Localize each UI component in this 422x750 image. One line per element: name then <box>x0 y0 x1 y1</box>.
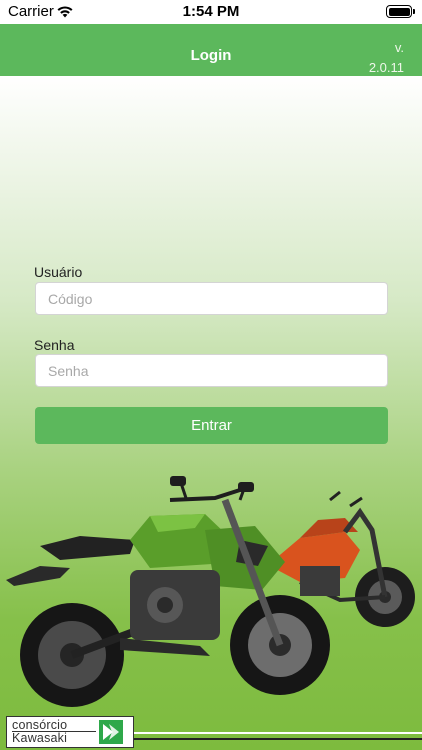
password-label: Senha <box>34 337 75 353</box>
username-input[interactable] <box>35 282 388 315</box>
logo-line-2: Kawasaki <box>12 731 68 745</box>
app-version: v. 2.0.11 <box>344 38 404 78</box>
logo-line-1: consórcio <box>12 718 68 732</box>
consorcio-kawasaki-logo: consórcio Kawasaki <box>6 716 134 748</box>
version-prefix: v. <box>394 40 404 55</box>
clock-time: 1:54 PM <box>182 3 240 20</box>
version-number: 2.0.11 <box>368 60 404 75</box>
status-bar: Carrier 1:54 PM <box>0 0 422 24</box>
password-input[interactable] <box>35 354 388 387</box>
nav-bar: Login v. 2.0.11 <box>0 24 422 76</box>
login-button[interactable]: Entrar <box>35 407 388 444</box>
footer-stripes <box>130 732 422 746</box>
username-label: Usuário <box>34 264 83 280</box>
kawasaki-k-mark-icon <box>99 720 123 744</box>
green-motorcycle <box>6 476 330 707</box>
battery-icon <box>386 5 415 18</box>
motorcycles-image <box>6 476 415 707</box>
